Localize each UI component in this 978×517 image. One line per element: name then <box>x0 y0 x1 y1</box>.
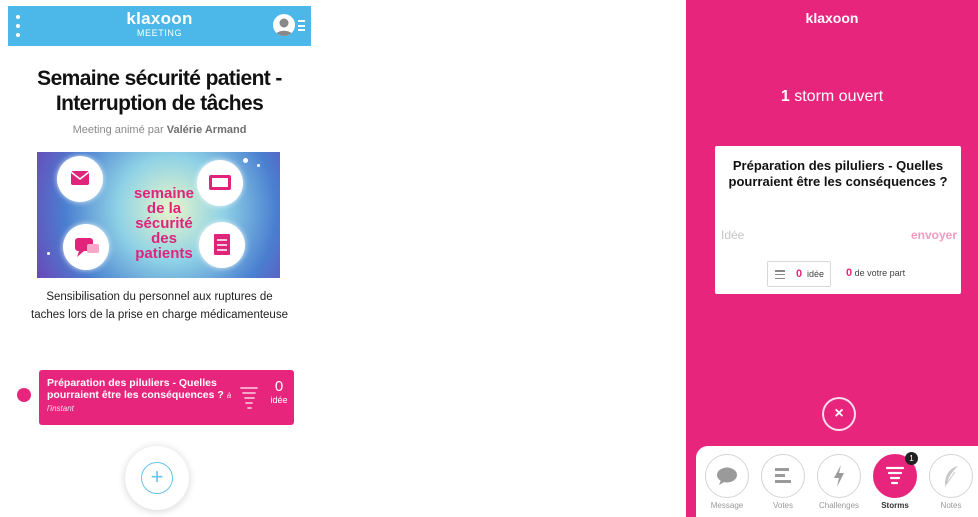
close-button[interactable]: × <box>822 397 856 431</box>
app-brand: klaxoon MEETING <box>8 10 311 39</box>
decor-dot <box>257 164 260 167</box>
lightning-icon <box>817 454 861 498</box>
banner-line-3: des patients <box>135 230 193 262</box>
storm-idea-count: 0 <box>274 378 284 395</box>
your-ideas: 0 de votre part <box>846 267 905 279</box>
nav-label: Challenges <box>818 501 860 510</box>
banner-line-1: semaine <box>133 185 195 202</box>
nav-label: Votes <box>772 501 793 510</box>
storm-screen: klaxoon 1 storm ouvert Préparation des p… <box>686 0 978 517</box>
open-count-label: storm ouvert <box>794 88 884 105</box>
storms-badge: 1 <box>905 452 918 465</box>
avatar-icon <box>273 14 295 36</box>
brand-name: klaxoon <box>126 9 193 28</box>
question-card: Préparation des piluliers - Quelles pour… <box>715 146 961 294</box>
top-bar: klaxoon MEETING <box>8 6 311 46</box>
meeting-description: Sensibilisation du personnel aux rupture… <box>31 291 288 321</box>
nav-label: Message <box>710 501 744 510</box>
list-icon <box>775 270 785 279</box>
your-ideas-count: 0 <box>846 267 853 279</box>
tornado-icon: 1 <box>873 452 918 498</box>
meeting-host: Meeting animé par Valérie Armand <box>8 124 311 136</box>
decor-dot <box>243 158 248 163</box>
ideas-counter-button[interactable]: 0 idée <box>767 261 831 287</box>
screen-icon <box>197 160 243 206</box>
nav-challenges[interactable]: Challenges <box>814 454 864 510</box>
banner-line-2: de la sécurité <box>135 200 193 232</box>
nav-storms[interactable]: 1 Storms <box>870 452 920 510</box>
meeting-banner-image: semaine de la sécurité des patients <box>37 152 280 278</box>
storm-card[interactable]: Préparation des piluliers - Quelles pour… <box>39 370 294 425</box>
idea-input[interactable] <box>721 226 901 244</box>
ideas-label: idée <box>807 269 825 279</box>
send-button[interactable]: envoyer <box>911 228 957 242</box>
list-icon <box>298 20 305 31</box>
votes-icon <box>761 454 805 498</box>
meeting-screen: klaxoon MEETING Semaine sécurité patient… <box>8 6 311 517</box>
speech-icon <box>63 224 109 270</box>
meeting-title: Semaine sécurité patient - Interruption … <box>37 67 282 115</box>
feather-icon <box>929 454 973 498</box>
your-ideas-label: de votre part <box>854 268 906 278</box>
storm-question: Préparation des piluliers - Quelles pour… <box>47 377 237 415</box>
open-storms-count: 1 storm ouvert <box>686 88 978 106</box>
screenshot-root: klaxoon MEETING Semaine sécurité patient… <box>0 0 978 517</box>
plus-icon: + <box>141 462 173 494</box>
storm-idea-label: idée <box>270 395 288 405</box>
brand-name: klaxoon <box>805 10 859 26</box>
host-name: Valérie Armand <box>166 124 247 136</box>
nav-message[interactable]: Message <box>702 454 752 510</box>
profile-button[interactable] <box>273 14 305 38</box>
add-button[interactable]: + <box>125 446 189 510</box>
bottom-nav: Message Votes Challenges 1 Storms Notes <box>696 446 978 517</box>
open-count-value: 1 <box>780 88 790 105</box>
chat-icon <box>705 454 749 498</box>
decor-dot <box>47 252 50 255</box>
ideas-count: 0 <box>796 268 803 280</box>
nav-label: Storms <box>881 501 909 510</box>
nav-label: Notes <box>940 501 962 510</box>
tornado-icon <box>240 387 258 409</box>
storm-question-text: Préparation des piluliers - Quelles pour… <box>47 377 224 401</box>
nav-notes[interactable]: Notes <box>926 454 976 510</box>
checklist-icon <box>199 222 245 268</box>
envelope-icon <box>57 156 103 202</box>
host-prefix: Meeting animé par <box>72 124 164 136</box>
nav-votes[interactable]: Votes <box>758 454 808 510</box>
question-title: Préparation des piluliers - Quelles pour… <box>728 158 948 189</box>
storm-side-icon <box>17 388 31 402</box>
brand-subtitle: MEETING <box>136 28 183 38</box>
banner-logo: semaine de la sécurité des patients <box>125 186 203 261</box>
